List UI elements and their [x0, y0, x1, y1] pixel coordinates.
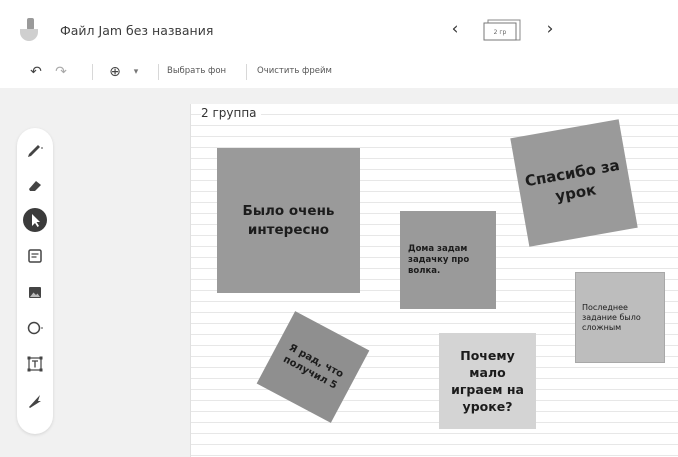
sticky-note-tool[interactable]	[21, 242, 49, 270]
sticky-note[interactable]: Дома задам задачку про волка.	[400, 211, 496, 309]
toolbar-divider	[246, 64, 247, 80]
sticky-note-text: Почему мало играем на уроке?	[451, 348, 524, 414]
image-icon	[29, 287, 41, 298]
sticky-note-text: Спасибо за урок	[523, 155, 621, 206]
sticky-note[interactable]: Последнее задание было сложным	[575, 272, 665, 363]
laser-tool[interactable]	[21, 386, 49, 414]
shape-tool[interactable]	[21, 314, 49, 342]
sticky-note[interactable]: Я рад, что получил 5	[256, 311, 370, 423]
sticky-note-text: Я рад, что получил 5	[281, 342, 346, 392]
text-box-tool[interactable]	[21, 350, 49, 378]
frame-thumb-label: 2 гр	[494, 29, 507, 36]
circle-icon	[27, 321, 43, 335]
frame-bar-icon: 2 гр	[483, 19, 521, 41]
sticky-note[interactable]: Почему мало играем на уроке?	[439, 333, 536, 429]
file-title[interactable]: Файл Jam без названия	[60, 23, 213, 38]
undo-icon[interactable]: ↶	[27, 62, 45, 82]
edit-toolbar: ↶ ↷ ⊕ ▾ Выбрать фон Очистить фрейм	[0, 60, 678, 88]
image-tool[interactable]	[21, 278, 49, 306]
jamboard-logo-icon	[20, 18, 38, 41]
eraser-icon	[29, 181, 41, 191]
sticky-note-text: Последнее задание было сложным	[582, 302, 641, 332]
pen-icon	[28, 145, 43, 157]
jam-frame-canvas[interactable]: 2 группа Было очень интересно Дома задам…	[190, 104, 678, 457]
redo-icon[interactable]: ↷	[52, 62, 70, 82]
previous-frame-button[interactable]: ‹	[445, 19, 465, 39]
next-frame-button[interactable]: ›	[540, 19, 560, 39]
frame-title: 2 группа	[201, 106, 261, 120]
select-tool[interactable]	[21, 206, 49, 234]
tool-palette	[17, 128, 53, 434]
sticky-note[interactable]: Было очень интересно	[217, 148, 360, 293]
sticky-note-text: Было очень интересно	[242, 202, 335, 238]
eraser-tool[interactable]	[21, 170, 49, 198]
top-bar: Файл Jam без названия ‹ 2 гр ›	[0, 0, 678, 60]
laser-icon	[29, 395, 41, 408]
toolbar-divider	[158, 64, 159, 80]
sticky-note[interactable]: Спасибо за урок	[510, 119, 638, 247]
toolbar-divider	[92, 64, 93, 80]
pen-tool[interactable]	[21, 134, 49, 162]
set-background-button[interactable]: Выбрать фон	[167, 66, 226, 76]
text-box-icon	[27, 356, 43, 372]
frame-bar-thumbnail[interactable]: 2 гр	[480, 17, 524, 43]
zoom-icon[interactable]: ⊕	[106, 62, 124, 82]
sticky-note-icon	[28, 249, 42, 263]
clear-frame-button[interactable]: Очистить фрейм	[257, 66, 332, 76]
select-arrow-icon	[23, 208, 47, 232]
sticky-note-text: Дома задам задачку про волка.	[408, 243, 470, 276]
zoom-dropdown-icon[interactable]: ▾	[130, 62, 142, 82]
